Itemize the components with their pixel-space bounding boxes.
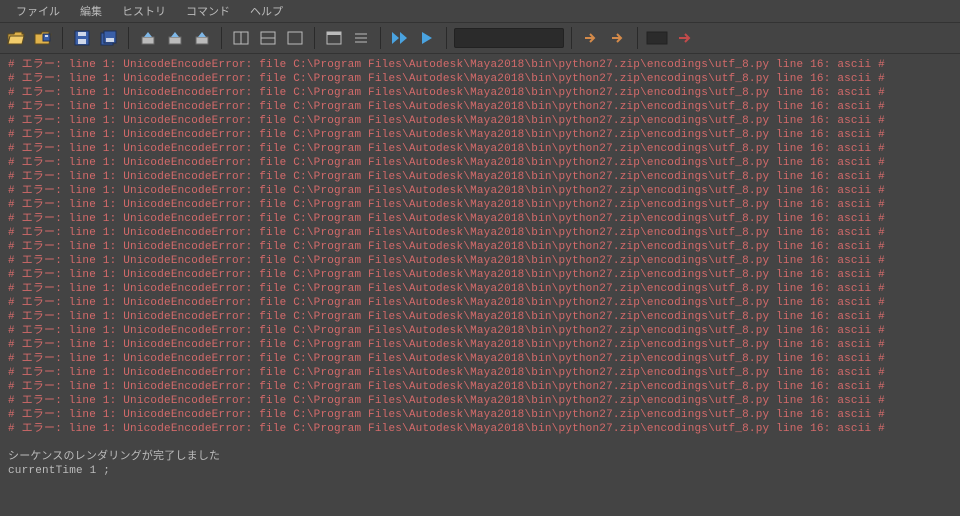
log-error-line: # エラー: line 1: UnicodeEncodeError: file … [8, 254, 952, 268]
line-numbers-toggle[interactable] [349, 26, 373, 50]
log-line [8, 436, 952, 450]
show-errors-toggle[interactable] [672, 26, 696, 50]
show-both-toggle[interactable] [256, 26, 280, 50]
log-error-line: # エラー: line 1: UnicodeEncodeError: file … [8, 408, 952, 422]
clear-all-button[interactable] [190, 26, 214, 50]
clear-input-button[interactable] [163, 26, 187, 50]
log-error-line: # エラー: line 1: UnicodeEncodeError: file … [8, 198, 952, 212]
show-input-toggle[interactable] [283, 26, 307, 50]
log-error-line: # エラー: line 1: UnicodeEncodeError: file … [8, 380, 952, 394]
log-error-line: # エラー: line 1: UnicodeEncodeError: file … [8, 212, 952, 226]
menu-command[interactable]: コマンド [176, 1, 240, 21]
clear-history-button[interactable] [136, 26, 160, 50]
save-file-button[interactable] [31, 26, 55, 50]
execute-all-button[interactable] [388, 26, 412, 50]
toolbar [0, 22, 960, 54]
toolbar-separator [380, 27, 381, 49]
log-error-line: # エラー: line 1: UnicodeEncodeError: file … [8, 268, 952, 282]
log-error-line: # エラー: line 1: UnicodeEncodeError: file … [8, 58, 952, 72]
toolbar-separator [446, 27, 447, 49]
log-error-line: # エラー: line 1: UnicodeEncodeError: file … [8, 240, 952, 254]
log-error-line: # エラー: line 1: UnicodeEncodeError: file … [8, 86, 952, 100]
log-error-line: # エラー: line 1: UnicodeEncodeError: file … [8, 142, 952, 156]
execute-button[interactable] [415, 26, 439, 50]
open-file-button[interactable] [4, 26, 28, 50]
log-error-line: # エラー: line 1: UnicodeEncodeError: file … [8, 170, 952, 184]
log-error-line: # エラー: line 1: UnicodeEncodeError: file … [8, 352, 952, 366]
log-error-line: # エラー: line 1: UnicodeEncodeError: file … [8, 296, 952, 310]
log-error-line: # エラー: line 1: UnicodeEncodeError: file … [8, 100, 952, 114]
goto-prev-button[interactable] [606, 26, 630, 50]
save-script-button[interactable] [70, 26, 94, 50]
menu-help[interactable]: ヘルプ [240, 1, 293, 21]
log-error-line: # エラー: line 1: UnicodeEncodeError: file … [8, 184, 952, 198]
echo-commands-toggle[interactable] [322, 26, 346, 50]
toolbar-separator [128, 27, 129, 49]
save-all-scripts-button[interactable] [97, 26, 121, 50]
menu-history[interactable]: ヒストリ [112, 1, 176, 21]
toolbar-separator [62, 27, 63, 49]
log-line: currentTime 1 ; [8, 464, 952, 478]
log-error-line: # エラー: line 1: UnicodeEncodeError: file … [8, 324, 952, 338]
log-error-line: # エラー: line 1: UnicodeEncodeError: file … [8, 128, 952, 142]
search-input[interactable] [454, 28, 564, 48]
log-error-line: # エラー: line 1: UnicodeEncodeError: file … [8, 422, 952, 436]
toolbar-separator [571, 27, 572, 49]
log-error-line: # エラー: line 1: UnicodeEncodeError: file … [8, 338, 952, 352]
toolbar-separator [637, 27, 638, 49]
goto-line-button[interactable] [579, 26, 603, 50]
menu-edit[interactable]: 編集 [70, 1, 112, 21]
log-error-line: # エラー: line 1: UnicodeEncodeError: file … [8, 310, 952, 324]
script-output-log[interactable]: # エラー: line 1: UnicodeEncodeError: file … [0, 54, 960, 516]
menu-file[interactable]: ファイル [6, 1, 70, 21]
log-error-line: # エラー: line 1: UnicodeEncodeError: file … [8, 226, 952, 240]
log-error-line: # エラー: line 1: UnicodeEncodeError: file … [8, 114, 952, 128]
log-line: シーケンスのレンダリングが完了しました [8, 450, 952, 464]
show-history-toggle[interactable] [229, 26, 253, 50]
log-error-line: # エラー: line 1: UnicodeEncodeError: file … [8, 282, 952, 296]
log-error-line: # エラー: line 1: UnicodeEncodeError: file … [8, 156, 952, 170]
stack-trace-toggle[interactable] [645, 26, 669, 50]
menubar: ファイル 編集 ヒストリ コマンド ヘルプ [0, 0, 960, 22]
toolbar-separator [314, 27, 315, 49]
toolbar-separator [221, 27, 222, 49]
log-error-line: # エラー: line 1: UnicodeEncodeError: file … [8, 72, 952, 86]
log-error-line: # エラー: line 1: UnicodeEncodeError: file … [8, 366, 952, 380]
log-error-line: # エラー: line 1: UnicodeEncodeError: file … [8, 394, 952, 408]
